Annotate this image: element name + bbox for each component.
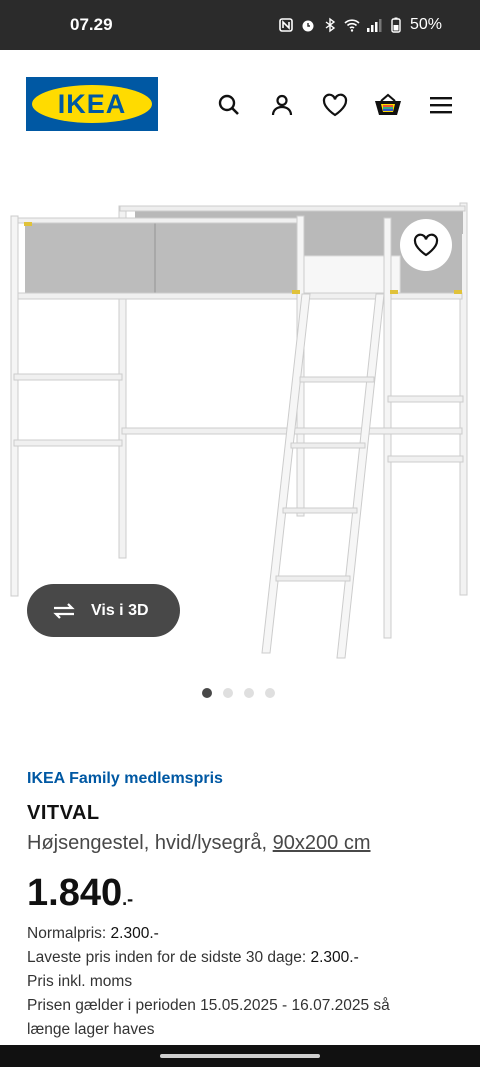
shopping-bag-icon <box>375 93 401 115</box>
gallery-dot[interactable] <box>265 688 275 698</box>
system-nav-bar <box>0 1045 480 1067</box>
gallery-dot[interactable] <box>202 688 212 698</box>
price-main: 1.840 <box>27 872 123 914</box>
wishlist-heart-icon <box>322 93 348 117</box>
normal-price-value: 2.300.- <box>110 925 159 942</box>
lowest-price-value: 2.300.- <box>310 949 359 966</box>
view-3d-button[interactable]: Vis i 3D <box>27 584 180 637</box>
header-actions <box>214 90 456 120</box>
heart-icon <box>413 233 439 257</box>
normal-price-row: Normalpris: 2.300.- <box>27 922 390 946</box>
normal-price-label: Normalpris: <box>27 925 107 942</box>
product-description: Højsengestel, hvid/lysegrå, 90x200 cm <box>27 832 371 855</box>
status-icons: 50% <box>278 16 442 34</box>
wishlist-button[interactable] <box>320 90 350 120</box>
alarm-icon <box>302 20 314 32</box>
favorite-button[interactable] <box>400 219 452 271</box>
menu-icon <box>430 97 452 114</box>
battery-icon <box>391 17 401 33</box>
profile-button[interactable] <box>267 90 297 120</box>
bluetooth-icon <box>325 17 336 33</box>
price-suffix: .- <box>122 889 134 909</box>
view-3d-label: Vis i 3D <box>91 601 149 619</box>
price-details: Normalpris: 2.300.- Laveste pris inden f… <box>27 922 390 1042</box>
logo-text: IKEA <box>32 85 152 123</box>
vat-note: Pris inkl. moms <box>27 973 133 990</box>
menu-button[interactable] <box>426 90 456 120</box>
search-icon <box>218 94 239 115</box>
gallery-pagination <box>202 688 275 698</box>
lowest-price-row: Laveste pris inden for de sidste 30 dage… <box>27 946 390 970</box>
status-bar: 07.29 50% <box>0 0 480 50</box>
product-price: 1.840.- <box>27 872 133 915</box>
rotate-3d-icon <box>53 602 75 619</box>
nfc-icon <box>279 18 293 32</box>
profile-icon <box>271 94 293 116</box>
home-gesture-handle[interactable] <box>160 1054 320 1058</box>
shopping-bag-button[interactable] <box>373 90 403 120</box>
battery-percent: 50% <box>409 16 442 33</box>
lowest-price-label: Laveste pris inden for de sidste 30 dage… <box>27 949 307 966</box>
gallery-dot[interactable] <box>223 688 233 698</box>
product-type: Højsengestel, hvid/lysegrå, <box>27 832 268 854</box>
product-name: VITVAL <box>27 802 100 824</box>
ikea-logo[interactable]: IKEA <box>26 77 158 131</box>
signal-icon <box>366 19 382 32</box>
wifi-icon <box>344 19 360 32</box>
family-price-label: IKEA Family medlemspris <box>27 770 223 787</box>
price-validity-line2: længe lager haves <box>27 1021 155 1038</box>
price-validity-line1: Prisen gælder i perioden 15.05.2025 - 16… <box>27 997 390 1014</box>
status-time: 07.29 <box>70 15 113 34</box>
app-header: IKEA <box>0 50 480 158</box>
gallery-dot[interactable] <box>244 688 254 698</box>
search-button[interactable] <box>214 90 244 120</box>
product-size-link[interactable]: 90x200 cm <box>273 832 371 854</box>
